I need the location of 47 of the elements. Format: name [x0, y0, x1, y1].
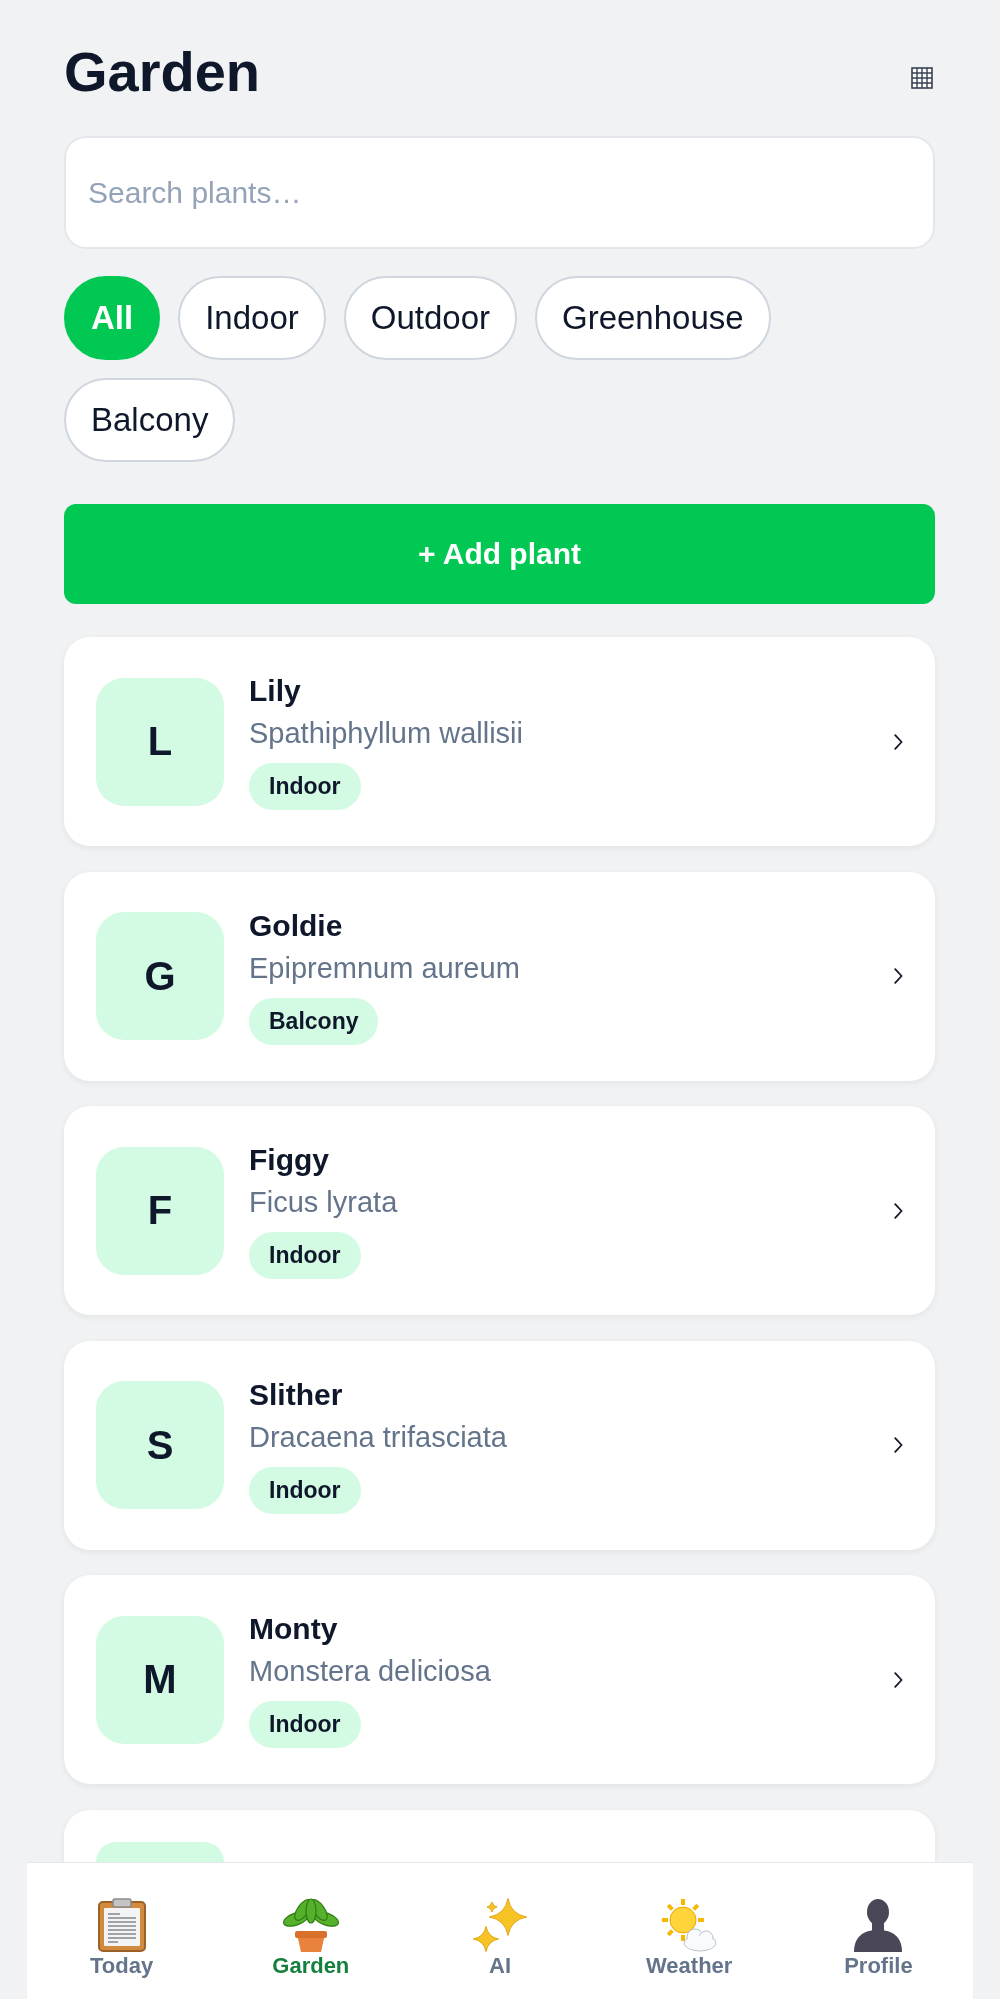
initial-avatar: F	[96, 1146, 224, 1275]
species-name: Spathiphyllum wallisii	[249, 716, 523, 751]
chevron-right-icon	[894, 1437, 903, 1453]
grid-icon[interactable]	[911, 67, 933, 89]
location-tag: Balcony	[249, 997, 379, 1045]
plant-name: Slither	[249, 1376, 343, 1413]
chevron-right-icon	[894, 733, 903, 750]
location-tag: Indoor	[249, 1466, 361, 1514]
search-field[interactable]: Search plants…	[64, 136, 935, 249]
plant-card[interactable]: G Goldie Epipremnum aureum Balcony	[64, 871, 935, 1081]
chevron-right-icon	[894, 1202, 903, 1219]
person-silhouette-icon	[853, 1898, 904, 1952]
nav-tab[interactable]: Garden	[216, 1863, 406, 1999]
species-name: Dracaena trifasciata	[249, 1419, 507, 1455]
chevron-right-icon	[894, 968, 903, 984]
species-name: Monstera deliciosa	[249, 1654, 491, 1689]
nav-tab[interactable]: Profile	[783, 1863, 973, 1999]
chevron-right-icon	[894, 1671, 903, 1688]
filter-chip[interactable]: Greenhouse	[535, 276, 771, 360]
sparkles-icon	[473, 1898, 527, 1952]
filter-chip[interactable]: Indoor	[178, 276, 326, 360]
location-tag: Indoor	[249, 1232, 361, 1279]
initial-avatar: S	[96, 1381, 224, 1509]
species-name: Ficus lyrata	[249, 1185, 398, 1220]
plant-card[interactable]: M Monty Monstera deliciosa Indoor	[64, 1575, 935, 1784]
clipboard-icon	[97, 1898, 146, 1952]
plant-card[interactable]: F Figgy Ficus lyrata Indoor	[64, 1106, 935, 1315]
nav-tab[interactable]: Weather	[594, 1863, 784, 1999]
potted-plant-icon	[281, 1898, 340, 1952]
plant-name: Figgy	[249, 1142, 329, 1178]
plant-card[interactable]: L Lily Spathiphyllum wallisii Indoor	[64, 637, 935, 846]
plant-name: Lily	[249, 673, 301, 709]
plant-name: Monty	[249, 1611, 338, 1647]
sun-cloud-icon	[661, 1898, 718, 1952]
nav-tab[interactable]: Today	[27, 1863, 217, 1999]
filter-chip[interactable]: Outdoor	[343, 276, 517, 360]
plant-card[interactable]: S Slither Dracaena trifasciata Indoor	[64, 1340, 935, 1550]
page-title: Garden	[64, 39, 261, 105]
initial-avatar: L	[96, 677, 224, 806]
filter-chip[interactable]: Balcony	[64, 378, 236, 462]
location-tag: Indoor	[249, 1701, 361, 1748]
species-name: Epipremnum aureum	[249, 950, 520, 986]
plant-name: Goldie	[249, 907, 343, 944]
nav-tab[interactable]: AI	[405, 1863, 595, 1999]
initial-avatar: G	[96, 912, 224, 1040]
initial-avatar: M	[96, 1615, 224, 1744]
location-tag: Indoor	[249, 763, 361, 810]
